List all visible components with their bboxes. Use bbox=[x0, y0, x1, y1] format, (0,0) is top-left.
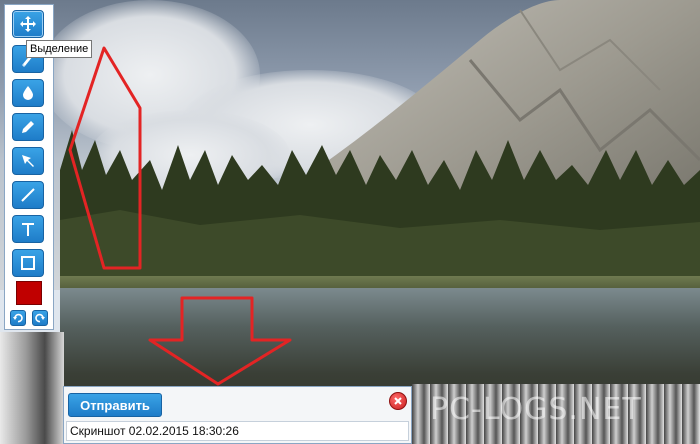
undo-button[interactable] bbox=[10, 310, 26, 326]
photo-fragment bbox=[0, 332, 64, 444]
send-button[interactable]: Отправить bbox=[68, 393, 162, 417]
rectangle-tool-button[interactable] bbox=[12, 249, 44, 277]
move-icon bbox=[20, 16, 36, 32]
arrow-tool-button[interactable] bbox=[12, 147, 44, 175]
rectangle-icon bbox=[21, 256, 35, 270]
line-tool-button[interactable] bbox=[12, 181, 44, 209]
text-icon bbox=[22, 223, 34, 236]
blur-drop-icon bbox=[23, 86, 33, 100]
close-button[interactable] bbox=[389, 392, 407, 410]
watermark: PC-LOGS.NET bbox=[430, 392, 642, 427]
tool-tooltip: Выделение bbox=[26, 40, 93, 58]
blur-tool-button[interactable] bbox=[12, 79, 44, 107]
redo-icon bbox=[35, 313, 45, 323]
pencil-icon bbox=[22, 121, 34, 133]
screenshot-caption-field[interactable]: Скриншот 02.02.2015 18:30:26 bbox=[66, 421, 409, 441]
pencil-tool-button[interactable] bbox=[12, 113, 44, 141]
text-tool-button[interactable] bbox=[12, 215, 44, 243]
arrow-icon bbox=[22, 155, 34, 167]
mountain bbox=[60, 0, 700, 290]
undo-icon bbox=[13, 313, 23, 323]
redo-button[interactable] bbox=[32, 310, 48, 326]
screenshot-photo: PC-LOGS.NET bbox=[0, 0, 700, 444]
color-picker-swatch[interactable] bbox=[16, 281, 42, 305]
close-icon bbox=[394, 397, 402, 405]
move-tool-button[interactable] bbox=[12, 10, 44, 38]
send-panel: Отправить Скриншот 02.02.2015 18:30:26 bbox=[63, 386, 412, 444]
line-icon bbox=[21, 188, 35, 202]
